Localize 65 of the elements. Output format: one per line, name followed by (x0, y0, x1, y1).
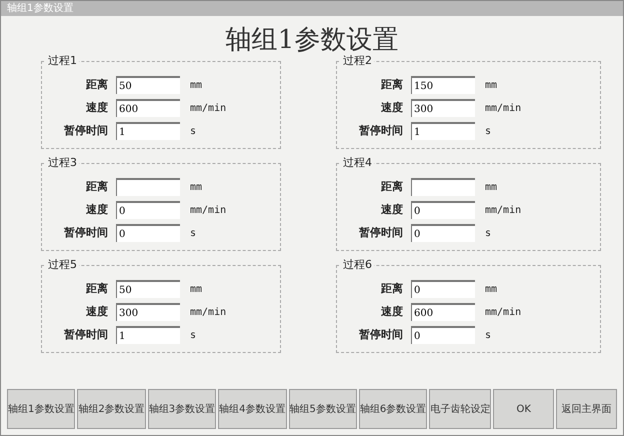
input-field[interactable]: 0 (411, 280, 475, 298)
input-field[interactable] (116, 178, 180, 196)
input-field[interactable]: 300 (116, 303, 180, 322)
unit-label: mm (190, 180, 202, 195)
input-field[interactable]: 0 (116, 201, 180, 220)
input-field[interactable]: 600 (411, 303, 475, 322)
command-button[interactable]: 返回主界面 (556, 389, 617, 429)
command-button[interactable]: 轴组1参数设置 (7, 389, 76, 429)
unit-label: mm/min (190, 306, 226, 320)
field-label: 距离 (85, 76, 109, 93)
unit-label: mm/min (485, 306, 522, 320)
page-heading: 轴组1参数设置 (224, 26, 400, 55)
command-button[interactable]: 电子齿轮设定 (429, 389, 492, 429)
command-button[interactable]: 轴组2参数设置 (77, 389, 146, 429)
field-label: 暂停时间 (63, 122, 109, 139)
field-label: 速度 (380, 304, 404, 320)
input-field[interactable]: 50 (116, 280, 180, 298)
input-field[interactable]: 600 (116, 99, 180, 118)
input-field[interactable]: 150 (411, 76, 475, 94)
field-label: 暂停时间 (63, 326, 109, 343)
unit-label: mm/min (485, 102, 522, 116)
unit-label: s (485, 226, 492, 241)
unit-label: s (485, 124, 492, 139)
field-label: 速度 (85, 100, 109, 116)
command-button[interactable]: 轴组6参数设置 (358, 389, 428, 429)
field-label: 暂停时间 (358, 326, 404, 343)
input-field[interactable] (411, 178, 475, 196)
field-label: 距离 (380, 178, 404, 195)
field-label: 暂停时间 (358, 122, 404, 139)
unit-label: mm (190, 78, 202, 93)
field-label: 距离 (85, 178, 109, 195)
input-field[interactable]: 1 (116, 326, 180, 344)
command-button[interactable]: 轴组4参数设置 (218, 389, 286, 429)
field-label: 暂停时间 (358, 224, 404, 241)
input-field[interactable]: 1 (116, 122, 180, 140)
unit-label: s (190, 226, 196, 241)
unit-label: mm (485, 78, 498, 93)
unit-label: mm (485, 282, 498, 297)
input-field[interactable]: 300 (411, 99, 475, 118)
command-button[interactable]: OK (493, 389, 554, 429)
field-label: 速度 (380, 202, 404, 218)
field-label: 暂停时间 (63, 224, 109, 241)
input-field[interactable]: 1 (411, 122, 475, 140)
command-button[interactable]: 轴组5参数设置 (288, 389, 357, 429)
field-label: 速度 (380, 100, 404, 116)
field-label: 速度 (85, 304, 109, 320)
unit-label: mm/min (485, 204, 522, 218)
unit-label: mm/min (190, 102, 226, 116)
unit-label: s (190, 124, 196, 139)
input-field[interactable]: 0 (411, 224, 475, 242)
input-field[interactable]: 0 (411, 201, 475, 220)
unit-label: s (485, 328, 492, 343)
command-button[interactable]: 轴组3参数设置 (148, 389, 216, 429)
field-label: 速度 (85, 202, 109, 218)
unit-label: mm/min (190, 204, 226, 218)
input-field[interactable]: 0 (411, 326, 475, 344)
unit-label: s (190, 328, 196, 343)
unit-label: mm (190, 282, 202, 297)
field-label: 距离 (380, 280, 404, 297)
field-label: 距离 (85, 280, 109, 297)
window-title: 轴组1参数设置 (7, 4, 74, 14)
field-label: 距离 (380, 76, 404, 93)
input-field[interactable]: 50 (116, 76, 180, 94)
unit-label: mm (485, 180, 498, 195)
input-field[interactable]: 0 (116, 224, 180, 242)
